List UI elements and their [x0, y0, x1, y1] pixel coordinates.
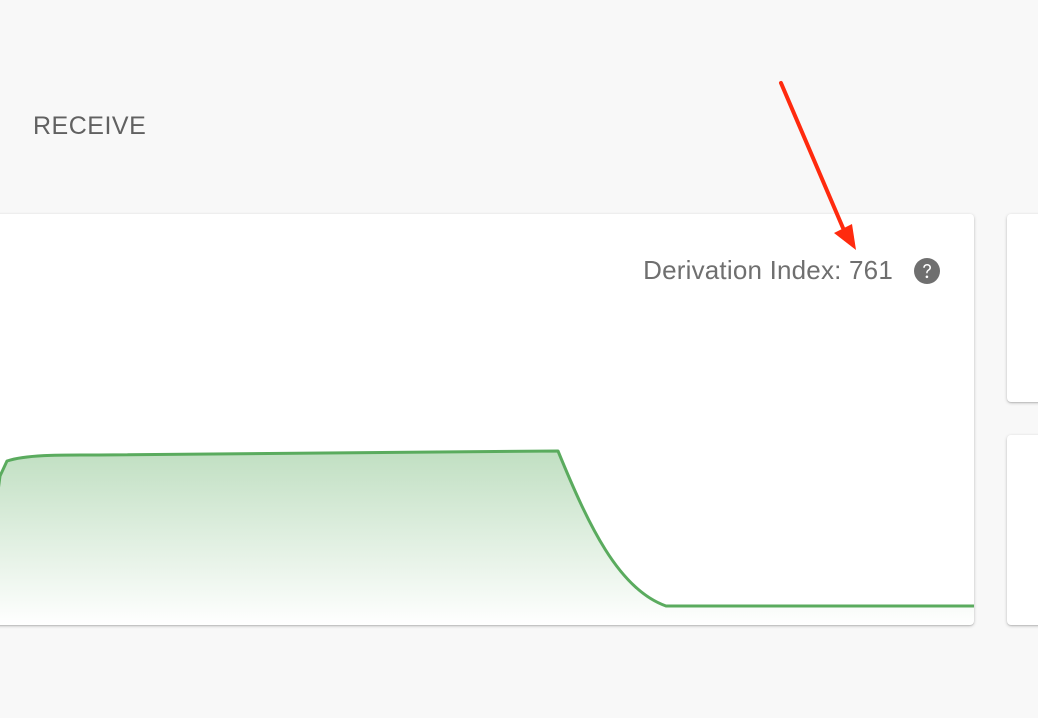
question-circle-icon[interactable] [913, 257, 941, 285]
page: RECEIVE Derivation Index: 761 [0, 0, 1038, 718]
sparkline-area [0, 451, 974, 625]
side-card-bottom [1007, 435, 1038, 625]
annotation-arrow-shaft [779, 81, 845, 230]
receive-card: Derivation Index: 761 [0, 214, 974, 625]
side-card-top [1007, 214, 1038, 402]
derivation-index-row: Derivation Index: 761 [643, 255, 941, 286]
derivation-index-label: Derivation Index: 761 [643, 255, 893, 285]
tab-receive[interactable]: RECEIVE [33, 112, 146, 141]
